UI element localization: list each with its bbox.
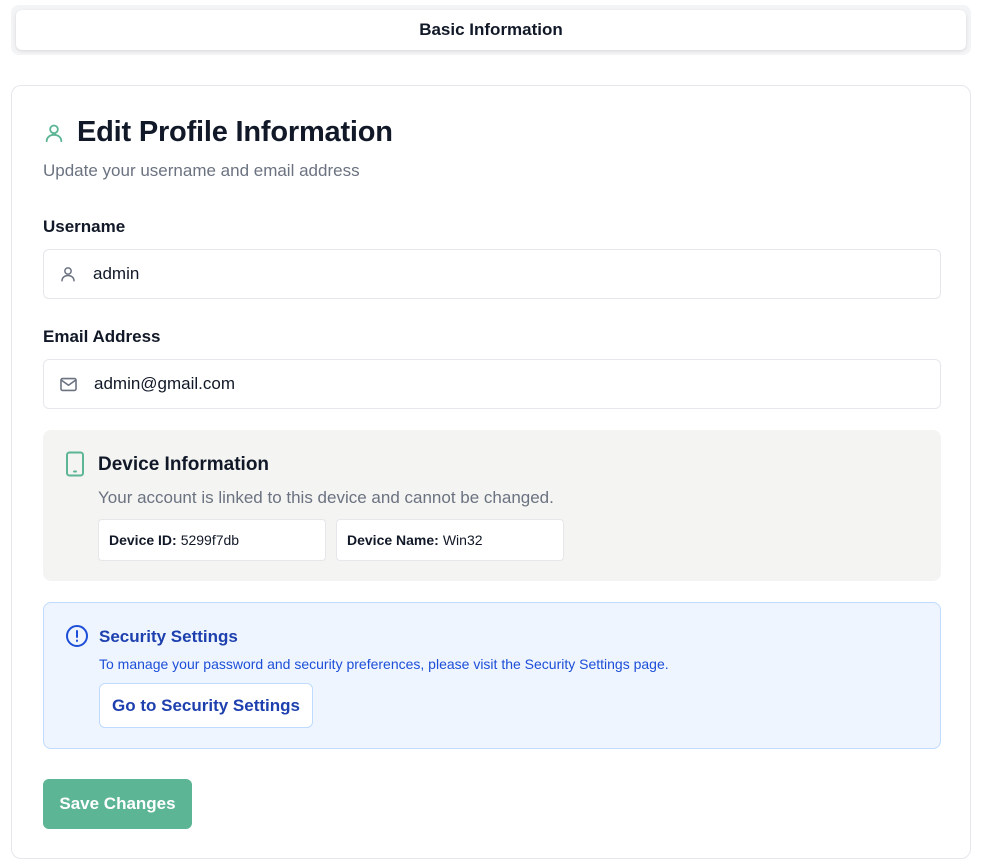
device-name-label: Device Name: — [347, 532, 439, 548]
device-info-description: Your account is linked to this device an… — [98, 488, 554, 507]
page-title: Edit Profile Information — [77, 116, 393, 148]
profile-card: Edit Profile Information Update your use… — [11, 85, 971, 859]
device-info-box: Device Information Your account is linke… — [43, 430, 941, 581]
device-name-value: Win32 — [442, 532, 483, 548]
tab-bar: Basic Information — [11, 5, 971, 55]
security-settings-box: Security Settings To manage your passwor… — [43, 602, 941, 749]
alert-circle-icon — [66, 625, 88, 647]
tab-basic-information[interactable]: Basic Information — [16, 10, 966, 50]
email-label: Email Address — [43, 327, 161, 346]
user-icon — [45, 124, 63, 142]
username-label: Username — [43, 217, 126, 236]
save-changes-button[interactable]: Save Changes — [43, 779, 192, 829]
email-input[interactable] — [94, 364, 914, 404]
go-to-security-settings-button[interactable]: Go to Security Settings — [99, 683, 313, 728]
username-field — [43, 249, 941, 299]
email-field — [43, 359, 941, 409]
device-id-chip: Device ID: 5299f7db — [98, 519, 326, 561]
security-settings-title: Security Settings — [99, 627, 238, 646]
mail-icon — [60, 377, 77, 391]
smartphone-icon — [66, 451, 84, 477]
device-id-label: Device ID: — [109, 532, 177, 548]
page-subtitle: Update your username and email address — [43, 161, 360, 180]
card-header: Edit Profile Information Update your use… — [43, 116, 393, 181]
username-input[interactable] — [93, 254, 913, 294]
user-icon — [61, 267, 75, 282]
device-id-value: 5299f7db — [180, 532, 240, 548]
device-info-title: Device Information — [98, 454, 270, 475]
security-settings-description: To manage your password and security pre… — [99, 656, 669, 672]
device-name-chip: Device Name: Win32 — [336, 519, 564, 561]
